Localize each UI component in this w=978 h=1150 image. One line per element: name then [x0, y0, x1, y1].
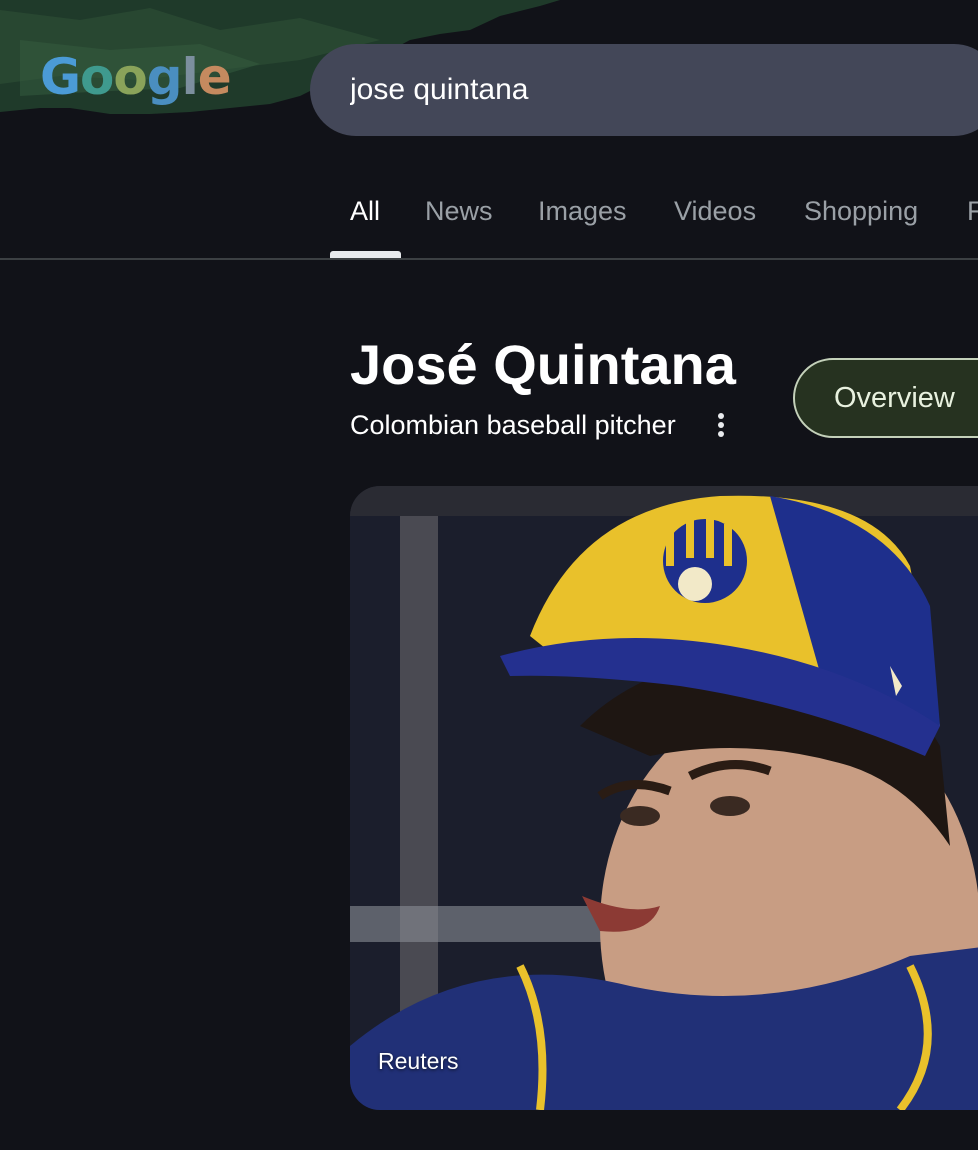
logo-letter: o [113, 48, 147, 106]
tab-news[interactable]: News [425, 196, 493, 227]
search-box[interactable] [310, 44, 978, 136]
tab-all[interactable]: All [350, 196, 380, 227]
player-photo [350, 486, 978, 1110]
knowledge-panel-title: José Quintana [350, 333, 736, 396]
logo-letter: o [80, 48, 114, 106]
logo-letter: l [181, 48, 199, 106]
active-tab-indicator [330, 251, 401, 258]
knowledge-panel-subtitle: Colombian baseball pitcher [350, 410, 676, 440]
image-source-label: Reuters [378, 1048, 459, 1074]
overview-chip[interactable]: Overview [793, 358, 978, 438]
logo-letter: e [197, 48, 232, 106]
logo-letter: g [146, 48, 183, 106]
logo-letter: G [40, 48, 81, 106]
tab-more[interactable]: F [967, 196, 978, 227]
tab-videos[interactable]: Videos [674, 196, 756, 227]
tab-images[interactable]: Images [538, 196, 627, 227]
google-logo[interactable]: Google [40, 48, 232, 106]
search-tabs: All News Images Videos Shopping F [0, 170, 978, 260]
more-vert-icon[interactable] [706, 408, 736, 444]
header: Google [0, 0, 978, 170]
search-input[interactable] [350, 70, 950, 110]
knowledge-panel-image[interactable]: Reuters [350, 486, 978, 1110]
tab-shopping[interactable]: Shopping [804, 196, 918, 227]
